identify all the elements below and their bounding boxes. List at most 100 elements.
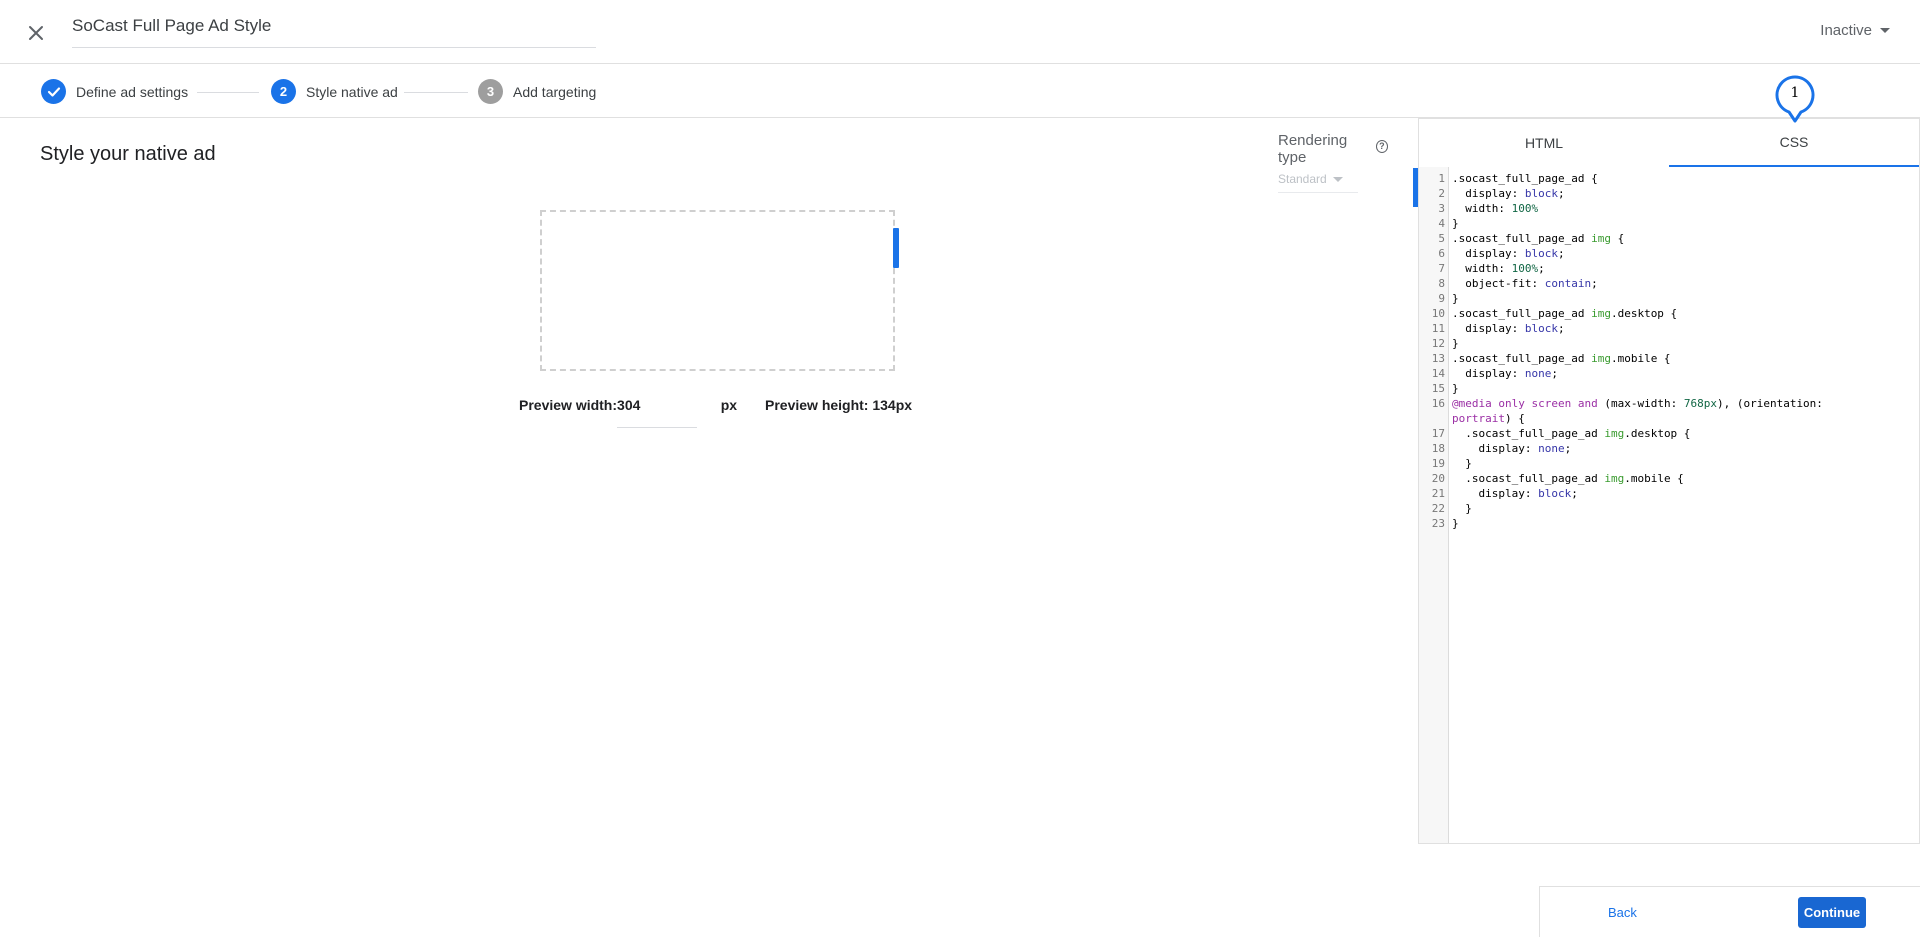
code-line: 9} xyxy=(1419,291,1919,306)
step-number: 2 xyxy=(271,79,296,104)
step-connector xyxy=(197,92,259,93)
code-line: 8 object-fit: contain; xyxy=(1419,276,1919,291)
rendering-type-select[interactable]: Standard xyxy=(1278,172,1358,193)
code-line: 23} xyxy=(1419,516,1919,531)
code-line: portrait) { xyxy=(1419,411,1919,426)
ad-style-name-field[interactable]: SoCast Full Page Ad Style xyxy=(72,14,596,48)
code-line: 5 .socast_full_page_ad img { xyxy=(1419,231,1919,246)
code-text: } xyxy=(1452,337,1459,350)
preview-width-label: Preview width: xyxy=(519,397,618,413)
line-number: 9 xyxy=(1438,292,1445,305)
caret-down-icon xyxy=(1880,28,1890,33)
back-button[interactable]: Back xyxy=(1608,905,1637,920)
code-editor-panel: HTML CSS 1 .socast_full_page_ad {2 displa… xyxy=(1418,118,1920,844)
status-dropdown[interactable]: Inactive xyxy=(1820,22,1890,39)
code-text: .socast_full_page_ad img.desktop { xyxy=(1452,307,1678,320)
rendering-type-label: Rendering type xyxy=(1278,132,1348,166)
tab-css[interactable]: CSS xyxy=(1669,119,1919,167)
continue-button[interactable]: Continue xyxy=(1798,897,1866,928)
tab-html[interactable]: HTML xyxy=(1419,119,1669,167)
code-text: display: block; xyxy=(1452,187,1565,200)
code-line: 18 display: none; xyxy=(1419,441,1919,456)
code-text: display: block; xyxy=(1452,322,1565,335)
preview-width-unit: px xyxy=(720,397,738,413)
code-line: 22 } xyxy=(1419,501,1919,516)
code-tabs: HTML CSS xyxy=(1419,119,1919,167)
code-line: 17 .socast_full_page_ad img.desktop { xyxy=(1419,426,1919,441)
code-line: 11 display: block; xyxy=(1419,321,1919,336)
code-text: width: 100%; xyxy=(1452,262,1545,275)
code-text: display: none; xyxy=(1452,367,1558,380)
line-number: 18 xyxy=(1431,442,1445,455)
code-line: 2 display: block; xyxy=(1419,186,1919,201)
code-text: .socast_full_page_ad img.mobile { xyxy=(1452,472,1684,485)
line-number: 10 xyxy=(1431,307,1445,320)
code-text: .socast_full_page_ad { xyxy=(1452,172,1598,185)
code-line: 1 .socast_full_page_ad { xyxy=(1419,171,1919,186)
line-number: 14 xyxy=(1431,367,1445,380)
line-number: 6 xyxy=(1438,247,1445,260)
line-number: 11 xyxy=(1431,322,1445,335)
caret-down-icon xyxy=(1332,176,1343,182)
preview-width: Preview width: px xyxy=(519,397,737,428)
line-number: 8 xyxy=(1438,277,1445,290)
code-text: } xyxy=(1452,292,1459,305)
code-line: 7 width: 100%; xyxy=(1419,261,1919,276)
code-text: .socast_full_page_ad img.mobile { xyxy=(1452,352,1671,365)
step-label: Style native ad xyxy=(306,83,398,100)
code-line: 10 .socast_full_page_ad img.desktop { xyxy=(1419,306,1919,321)
step-label: Add targeting xyxy=(513,83,597,100)
help-circle-icon[interactable]: ? xyxy=(1375,139,1388,153)
code-text: } xyxy=(1452,517,1459,530)
preview-width-field: px xyxy=(617,397,737,428)
code-text: } xyxy=(1452,502,1472,515)
code-line: 19 } xyxy=(1419,456,1919,471)
preview-width-input[interactable] xyxy=(617,397,654,413)
step-connector xyxy=(404,92,468,93)
line-number: 16 xyxy=(1431,397,1445,410)
line-number: 23 xyxy=(1431,517,1445,530)
line-number: 17 xyxy=(1431,427,1445,440)
line-number: 5 xyxy=(1438,232,1445,245)
line-number: 1 xyxy=(1438,172,1445,185)
step-label: Define ad settings xyxy=(76,83,189,100)
tooltip-pin-label: 1 xyxy=(1791,85,1800,101)
page-title: Style your native ad xyxy=(40,143,216,165)
code-text: @media only screen and (max-width: 768px… xyxy=(1452,397,1830,410)
line-number: 3 xyxy=(1438,202,1445,215)
code-text: .socast_full_page_ad img.desktop { xyxy=(1452,427,1691,440)
code-text: display: block; xyxy=(1452,487,1578,500)
code-line: 14 display: none; xyxy=(1419,366,1919,381)
code-line: 13 .socast_full_page_ad img.mobile { xyxy=(1419,351,1919,366)
code-line: 15} xyxy=(1419,381,1919,396)
code-line: 16 @media only screen and (max-width: 768… xyxy=(1419,396,1919,411)
code-text: width: 100% xyxy=(1452,202,1539,215)
code-line: 3 width: 100% xyxy=(1419,201,1919,216)
code-text: display: none; xyxy=(1452,442,1572,455)
line-number: 12 xyxy=(1431,337,1445,350)
code-line: 21 display: block; xyxy=(1419,486,1919,501)
preview-resize-handle[interactable] xyxy=(893,228,899,268)
code-line: 12} xyxy=(1419,336,1919,351)
rendering-type-value: Standard xyxy=(1278,172,1327,186)
code-text: display: block; xyxy=(1452,247,1565,260)
code-content: 1 .socast_full_page_ad {2 display: block;… xyxy=(1419,171,1919,531)
code-text: .socast_full_page_ad img { xyxy=(1452,232,1625,245)
line-number: 19 xyxy=(1431,457,1445,470)
step-style-native-ad[interactable]: 2 Style native ad xyxy=(271,79,398,104)
code-text: } xyxy=(1452,382,1459,395)
preview-height: Preview height: 134px xyxy=(765,397,913,413)
tooltip-pin: 1 xyxy=(1775,75,1815,123)
line-number: 2 xyxy=(1438,187,1445,200)
line-number: 13 xyxy=(1431,352,1445,365)
check-icon xyxy=(41,79,66,104)
top-bar: SoCast Full Page Ad Style Inactive xyxy=(0,0,1920,64)
ad-style-name: SoCast Full Page Ad Style xyxy=(72,16,272,35)
code-text: portrait) { xyxy=(1452,412,1525,425)
step-add-targeting[interactable]: 3 Add targeting xyxy=(478,79,596,104)
code-text: object-fit: contain; xyxy=(1452,277,1598,290)
css-editor[interactable]: 1 .socast_full_page_ad {2 display: block;… xyxy=(1419,167,1919,843)
code-line: 6 display: block; xyxy=(1419,246,1919,261)
close-icon[interactable] xyxy=(22,19,50,47)
step-define-ad-settings[interactable]: Define ad settings xyxy=(41,79,188,104)
